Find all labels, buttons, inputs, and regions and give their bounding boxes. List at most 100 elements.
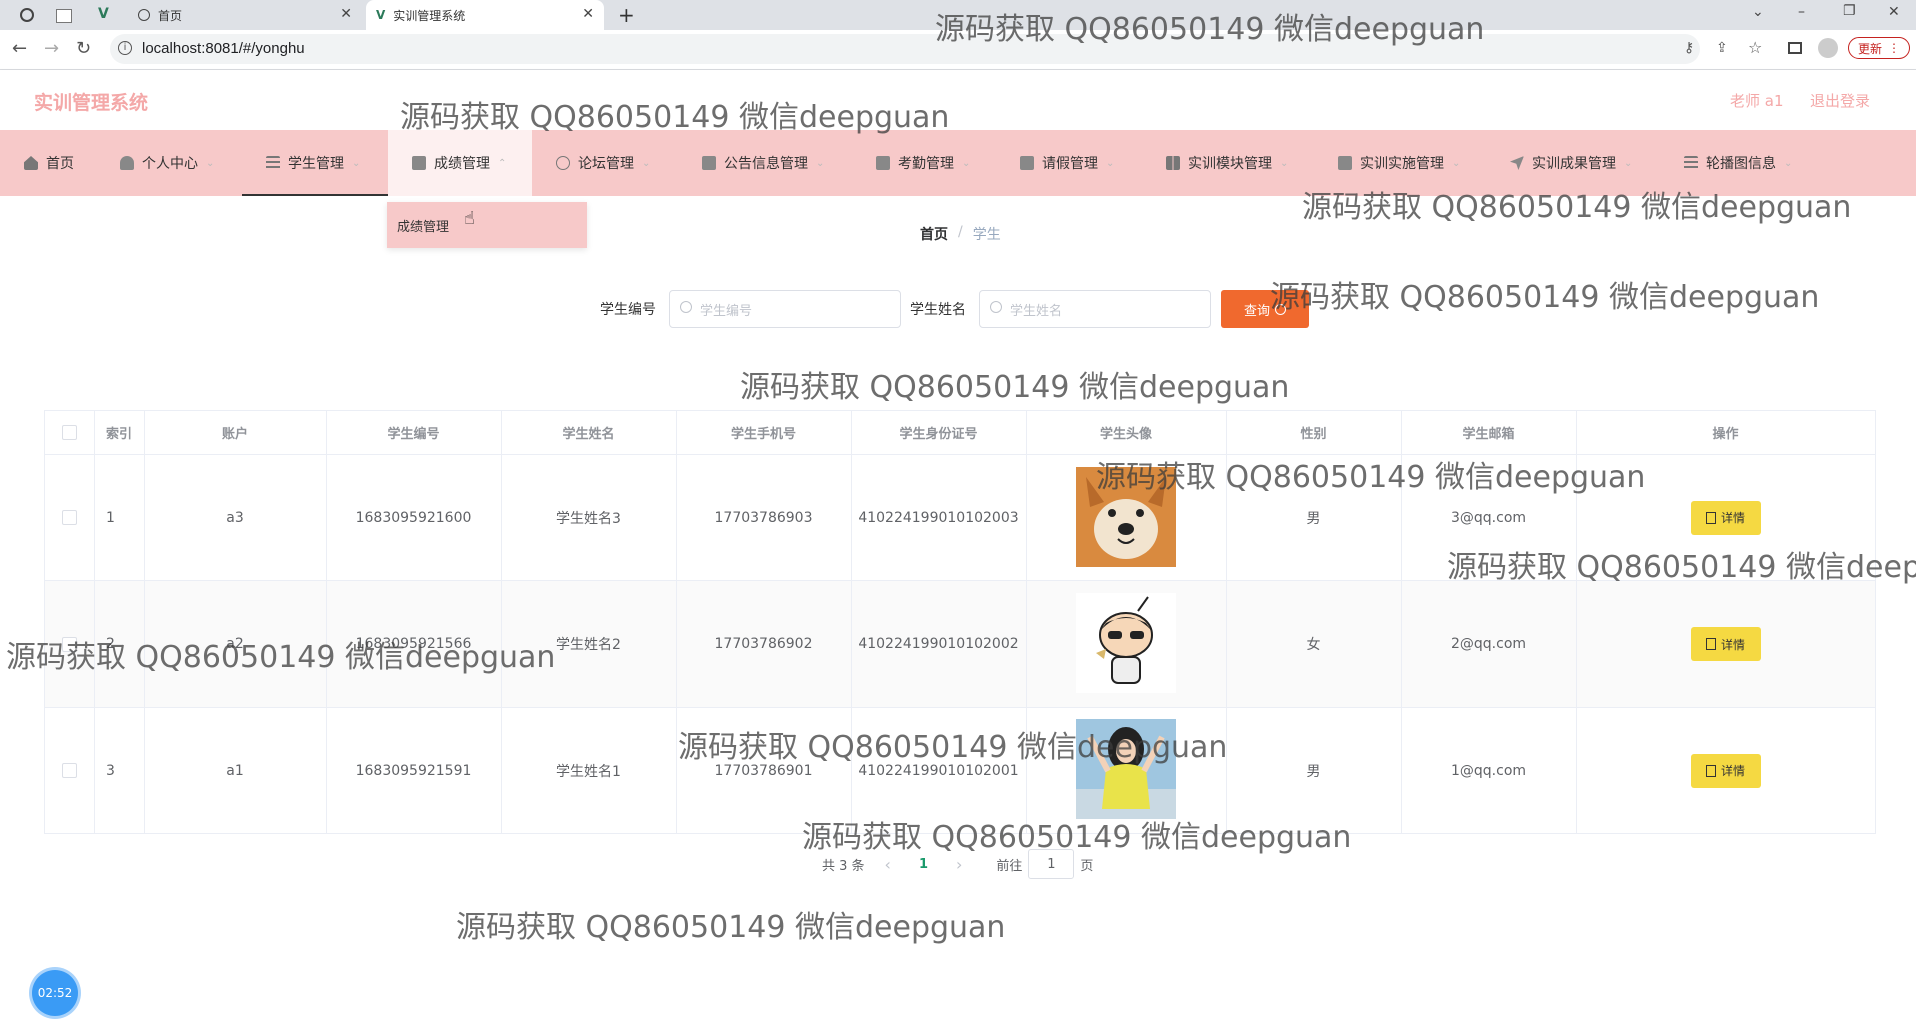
omnibox[interactable] bbox=[110, 34, 1700, 64]
row-checkbox[interactable] bbox=[62, 763, 77, 778]
menu-label: 实训实施管理 bbox=[1360, 156, 1444, 172]
breadcrumb-separator: / bbox=[958, 224, 963, 240]
student-table: 索引 账户 学生编号 学生姓名 学生手机号 学生身份证号 学生头像 性别 学生邮… bbox=[44, 410, 1876, 834]
menu-item-implementation[interactable]: 实训实施管理 ⌄ bbox=[1338, 130, 1460, 196]
chart-icon bbox=[1020, 156, 1034, 170]
select-all-checkbox[interactable] bbox=[62, 425, 77, 440]
menu-item-students[interactable]: 学生管理 ⌄ bbox=[266, 130, 360, 196]
cell-student-name: 学生姓名2 bbox=[556, 637, 621, 653]
page-icon[interactable] bbox=[56, 9, 72, 23]
page-unit-label: 页 bbox=[1080, 858, 1094, 874]
menu-item-notices[interactable]: 公告信息管理 ⌄ bbox=[702, 130, 824, 196]
detail-button[interactable]: 详情 bbox=[1690, 500, 1761, 535]
share-icon[interactable]: ⇪ bbox=[1716, 40, 1728, 56]
user-icon bbox=[120, 156, 134, 170]
reload-icon[interactable]: ↻ bbox=[76, 38, 91, 59]
minimize-icon[interactable]: – bbox=[1798, 4, 1805, 20]
window-close-icon[interactable]: ✕ bbox=[1888, 4, 1900, 20]
cell-student-id: 1683095921566 bbox=[355, 636, 472, 652]
key-icon[interactable]: ⚷ bbox=[1684, 40, 1694, 56]
page-number-1[interactable]: 1 bbox=[919, 857, 928, 872]
dropdown-item-grades[interactable]: 成绩管理 bbox=[397, 216, 449, 235]
chevron-down-icon: ⌄ bbox=[642, 157, 651, 169]
cell-idcard: 410224199010102001 bbox=[858, 762, 1019, 779]
mouse-cursor-icon: ☝ bbox=[464, 208, 475, 229]
menu-item-modules[interactable]: 实训模块管理 ⌄ bbox=[1166, 130, 1288, 196]
close-icon[interactable]: ✕ bbox=[582, 6, 594, 22]
cell-gender: 女 bbox=[1306, 637, 1321, 653]
query-button[interactable]: 查询 bbox=[1221, 290, 1309, 328]
detail-button[interactable]: 详情 bbox=[1690, 753, 1761, 788]
menu-item-results[interactable]: 实训成果管理 ⌄ bbox=[1510, 130, 1632, 196]
tab-home[interactable]: 首页 ✕ bbox=[128, 0, 362, 30]
cell-email: 2@qq.com bbox=[1450, 636, 1527, 652]
header-email: 学生邮箱 bbox=[1462, 427, 1515, 442]
detail-label: 详情 bbox=[1720, 511, 1745, 525]
menu-item-profile[interactable]: 个人中心 ⌄ bbox=[120, 130, 214, 196]
info-icon[interactable]: i bbox=[118, 41, 132, 55]
forward-arrow-icon[interactable]: → bbox=[44, 38, 59, 59]
watermark: 源码获取 QQ86050149 微信deepguan bbox=[1270, 280, 1820, 315]
student-id-input[interactable]: 学生编号 bbox=[669, 290, 901, 328]
chevron-down-icon: ⌄ bbox=[1106, 157, 1115, 169]
url-text[interactable]: localhost:8081/#/yonghu bbox=[142, 40, 305, 57]
student-name-input[interactable]: 学生姓名 bbox=[979, 290, 1211, 328]
chevron-down-icon: ⌄ bbox=[1280, 157, 1289, 169]
student-id-placeholder: 学生编号 bbox=[700, 302, 753, 318]
close-icon[interactable]: ✕ bbox=[340, 6, 352, 22]
detail-button[interactable]: 详情 bbox=[1690, 627, 1761, 661]
document-icon bbox=[1705, 638, 1716, 650]
row-checkbox[interactable] bbox=[62, 636, 77, 652]
pagination: 共 3 条 ‹ 1 › 前往 1 页 bbox=[822, 849, 1094, 879]
chevron-down-icon[interactable]: ⌄ bbox=[1752, 4, 1764, 20]
next-page-button[interactable]: › bbox=[956, 855, 962, 874]
check-icon bbox=[876, 156, 890, 170]
restore-icon[interactable]: ❐ bbox=[1843, 3, 1856, 19]
prev-page-button[interactable]: ‹ bbox=[885, 855, 891, 874]
vue-icon[interactable]: V bbox=[98, 6, 109, 22]
menu-label: 实训模块管理 bbox=[1188, 156, 1272, 172]
star-icon[interactable]: ☆ bbox=[1748, 38, 1762, 57]
row-select-cell bbox=[45, 581, 94, 707]
cell-gender: 男 bbox=[1306, 510, 1321, 527]
update-label: 更新 bbox=[1857, 41, 1882, 56]
goto-label: 前往 bbox=[996, 858, 1023, 874]
globe-icon bbox=[138, 9, 150, 21]
cell-index: 1 bbox=[106, 509, 115, 526]
menu-label: 实训成果管理 bbox=[1532, 156, 1616, 172]
breadcrumb-home[interactable]: 首页 bbox=[920, 224, 948, 244]
book-icon bbox=[412, 156, 426, 170]
chevron-down-icon: ⌄ bbox=[352, 157, 361, 169]
detail-label: 详情 bbox=[1720, 637, 1745, 652]
cell-student-id: 1683095921600 bbox=[355, 509, 472, 526]
sidepanel-icon[interactable] bbox=[1788, 42, 1802, 54]
logout-link[interactable]: 退出登录 bbox=[1810, 90, 1870, 111]
menu-item-carousel[interactable]: 轮播图信息 ⌄ bbox=[1684, 130, 1792, 196]
update-button[interactable]: 更新 ⋮ bbox=[1848, 37, 1910, 59]
header-account: 账户 bbox=[221, 427, 248, 442]
back-arrow-icon[interactable]: ← bbox=[12, 38, 27, 59]
send-icon bbox=[1510, 156, 1524, 170]
header-index: 索引 bbox=[105, 427, 132, 442]
menu-item-home[interactable]: 首页 bbox=[24, 130, 74, 196]
profile-icon[interactable] bbox=[1818, 38, 1838, 58]
goto-page-input[interactable]: 1 bbox=[1028, 849, 1075, 879]
chrome-icon[interactable] bbox=[20, 8, 34, 22]
detail-label: 详情 bbox=[1720, 764, 1745, 778]
cell-action: 详情 bbox=[1576, 455, 1875, 580]
new-tab-button[interactable]: + bbox=[618, 3, 635, 27]
home-icon bbox=[24, 156, 38, 170]
menu-item-grades[interactable]: 成绩管理 ⌃ bbox=[412, 130, 506, 196]
timer-badge[interactable]: 02:52 bbox=[32, 970, 78, 1016]
chevron-up-icon: ⌃ bbox=[498, 157, 507, 169]
menu-item-forum[interactable]: 论坛管理 ⌄ bbox=[556, 130, 650, 196]
row-checkbox[interactable] bbox=[62, 510, 77, 525]
menu-item-leave[interactable]: 请假管理 ⌄ bbox=[1020, 130, 1114, 196]
tab-training-system[interactable]: V 实训管理系统 ✕ bbox=[366, 0, 604, 30]
compass-icon bbox=[556, 156, 570, 170]
app-title: 实训管理系统 bbox=[34, 92, 149, 114]
menu-item-attendance[interactable]: 考勤管理 ⌄ bbox=[876, 130, 970, 196]
header-student-name: 学生姓名 bbox=[562, 427, 615, 442]
search-icon bbox=[1275, 303, 1286, 315]
menu-label: 考勤管理 bbox=[898, 156, 954, 172]
